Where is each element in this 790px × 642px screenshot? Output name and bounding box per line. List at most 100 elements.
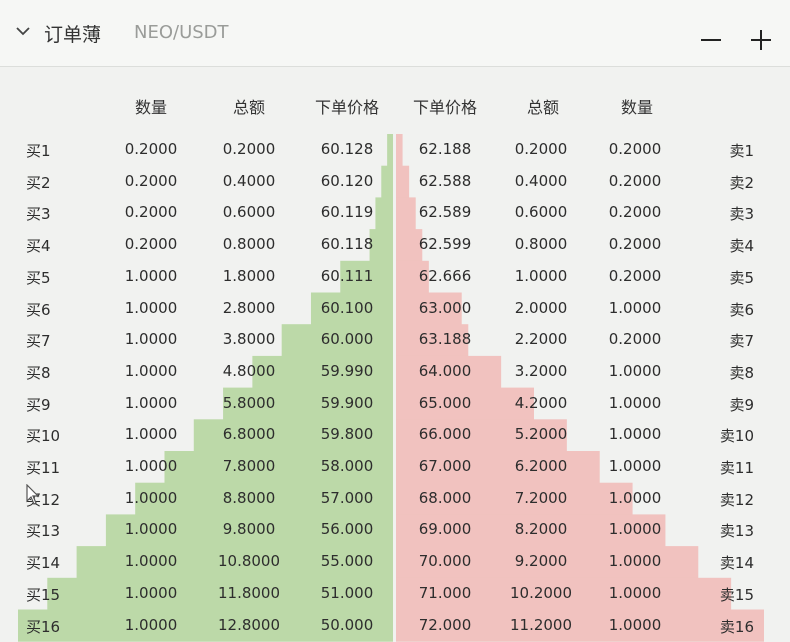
bid-price: 56.000 [320,520,374,539]
bid-price: 55.000 [320,552,374,571]
bid-level-label: 买7 [26,332,51,351]
order-book-row[interactable]: 买6 1.0000 2.8000 60.100 63.000 2.0000 1.0000 卖6 [0,293,790,324]
ask-price: 72.000 [418,615,472,634]
ask-total: 8.2000 [514,520,568,539]
bid-price: 60.118 [320,235,374,254]
ask-total: 11.2000 [509,615,573,634]
bid-price: 60.119 [320,203,374,222]
bid-quantity: 1.0000 [124,393,178,412]
ask-price: 65.000 [418,393,472,412]
bid-quantity: 1.0000 [124,266,178,285]
order-book-row[interactable]: 买9 1.0000 5.8000 59.900 65.000 4.2000 1.0000 卖9 [0,388,790,419]
bid-price: 57.000 [320,488,374,507]
order-book-row[interactable]: 买11 1.0000 7.8000 58.000 67.000 6.2000 1.0000 卖… [0,451,790,482]
ask-level-label: 卖9 [729,395,754,414]
bid-total: 11.8000 [217,583,281,602]
bid-total: 9.8000 [222,520,276,539]
order-book-row[interactable]: 买13 1.0000 9.8000 56.000 69.000 8.2000 1.0000 卖… [0,514,790,545]
bid-price: 58.000 [320,457,374,475]
ask-total: 5.2000 [514,425,568,444]
ask-price: 67.000 [418,457,472,475]
order-book-row[interactable]: 买5 1.0000 1.8000 60.111 62.666 1.0000 0.2000 卖5 [0,261,790,292]
order-rows: 买1 0.2000 0.2000 60.128 62.188 0.2000 0.2000 卖1… [0,0,790,642]
bid-total: 2.8000 [222,298,276,317]
bid-price: 60.100 [320,298,374,317]
bid-total: 10.8000 [217,552,281,571]
ask-total: 2.0000 [514,298,568,317]
ask-total: 3.2000 [514,361,568,380]
bid-price: 60.128 [320,140,374,158]
mouse-cursor-icon [26,484,40,505]
ask-total: 7.2000 [514,488,568,507]
ask-quantity: 1.0000 [608,583,662,602]
bid-quantity: 1.0000 [124,583,178,602]
bid-total: 0.4000 [222,171,276,190]
ask-total: 4.2000 [514,393,568,412]
ask-price: 64.000 [418,361,472,380]
ask-level-label: 卖5 [729,268,754,287]
ask-level-label: 卖16 [719,617,754,636]
bid-quantity: 1.0000 [124,361,178,380]
bid-level-label: 买10 [26,427,61,446]
ask-level-label: 卖1 [729,142,754,160]
bid-total: 12.8000 [217,615,281,634]
ask-quantity: 1.0000 [608,393,662,412]
bid-level-label: 买4 [26,237,51,256]
ask-total: 0.6000 [514,203,568,222]
bid-total: 0.2000 [222,140,276,158]
bid-quantity: 1.0000 [124,330,178,349]
order-book-panel: 订单薄 NEO/USDT 数量 总额 下单价格 下单价格 总额 数量 买1 0.2… [0,0,790,642]
order-book-row[interactable]: 买12 1.0000 8.8000 57.000 68.000 7.2000 1.0000 卖… [0,483,790,514]
order-book-row[interactable]: 买2 0.2000 0.4000 60.120 62.588 0.4000 0.2000 卖2 [0,166,790,197]
ask-quantity: 1.0000 [608,488,662,507]
ask-quantity: 1.0000 [608,425,662,444]
ask-level-label: 卖8 [729,363,754,382]
order-book-row[interactable]: 买8 1.0000 4.8000 59.990 64.000 3.2000 1.0000 卖8 [0,356,790,387]
ask-price: 62.188 [418,140,472,158]
order-book-row[interactable]: 买15 1.0000 11.8000 51.000 71.000 10.2000 1.000… [0,578,790,609]
ask-level-label: 卖15 [719,585,754,604]
ask-level-label: 卖13 [719,522,754,541]
bid-total: 5.8000 [222,393,276,412]
bid-quantity: 0.2000 [124,140,178,158]
bid-total: 0.8000 [222,235,276,254]
ask-price: 70.000 [418,552,472,571]
order-book-row[interactable]: 买4 0.2000 0.8000 60.118 62.599 0.8000 0.2000 卖4 [0,229,790,260]
bid-quantity: 1.0000 [124,615,178,634]
order-book-row[interactable]: 买7 1.0000 3.8000 60.000 63.188 2.2000 0.2000 卖7 [0,324,790,355]
order-book-row[interactable]: 买14 1.0000 10.8000 55.000 70.000 9.2000 1.0000… [0,546,790,577]
bid-level-label: 买11 [26,459,61,477]
ask-level-label: 卖2 [729,173,754,192]
ask-price: 62.599 [418,235,472,254]
bid-quantity: 1.0000 [124,488,178,507]
ask-quantity: 0.2000 [608,140,662,158]
bid-quantity: 0.2000 [124,203,178,222]
ask-level-label: 卖14 [719,554,754,573]
order-book-row[interactable]: 买16 1.0000 12.8000 50.000 72.000 11.2000 1.000… [0,610,790,641]
bid-quantity: 0.2000 [124,235,178,254]
order-book-row[interactable]: 买1 0.2000 0.2000 60.128 62.188 0.2000 0.2000 卖1 [0,134,790,165]
bid-quantity: 1.0000 [124,552,178,571]
order-book-row[interactable]: 买10 1.0000 6.8000 59.800 66.000 5.2000 1.0000 卖… [0,419,790,450]
ask-level-label: 卖7 [729,332,754,351]
order-book-row[interactable]: 买3 0.2000 0.6000 60.119 62.589 0.6000 0.2000 卖3 [0,197,790,228]
ask-quantity: 0.2000 [608,235,662,254]
ask-level-label: 卖10 [719,427,754,446]
ask-price: 69.000 [418,520,472,539]
ask-quantity: 1.0000 [608,552,662,571]
bid-level-label: 买6 [26,300,51,319]
bid-price: 59.900 [320,393,374,412]
bid-total: 1.8000 [222,266,276,285]
bid-total: 3.8000 [222,330,276,349]
bid-quantity: 1.0000 [124,520,178,539]
ask-price: 62.589 [418,203,472,222]
bid-level-label: 买5 [26,268,51,287]
ask-total: 6.2000 [514,457,568,475]
ask-total: 1.0000 [514,266,568,285]
bid-price: 51.000 [320,583,374,602]
bid-total: 7.8000 [222,457,276,475]
ask-total: 0.4000 [514,171,568,190]
ask-total: 2.2000 [514,330,568,349]
bid-price: 60.111 [320,266,374,285]
ask-quantity: 1.0000 [608,520,662,539]
